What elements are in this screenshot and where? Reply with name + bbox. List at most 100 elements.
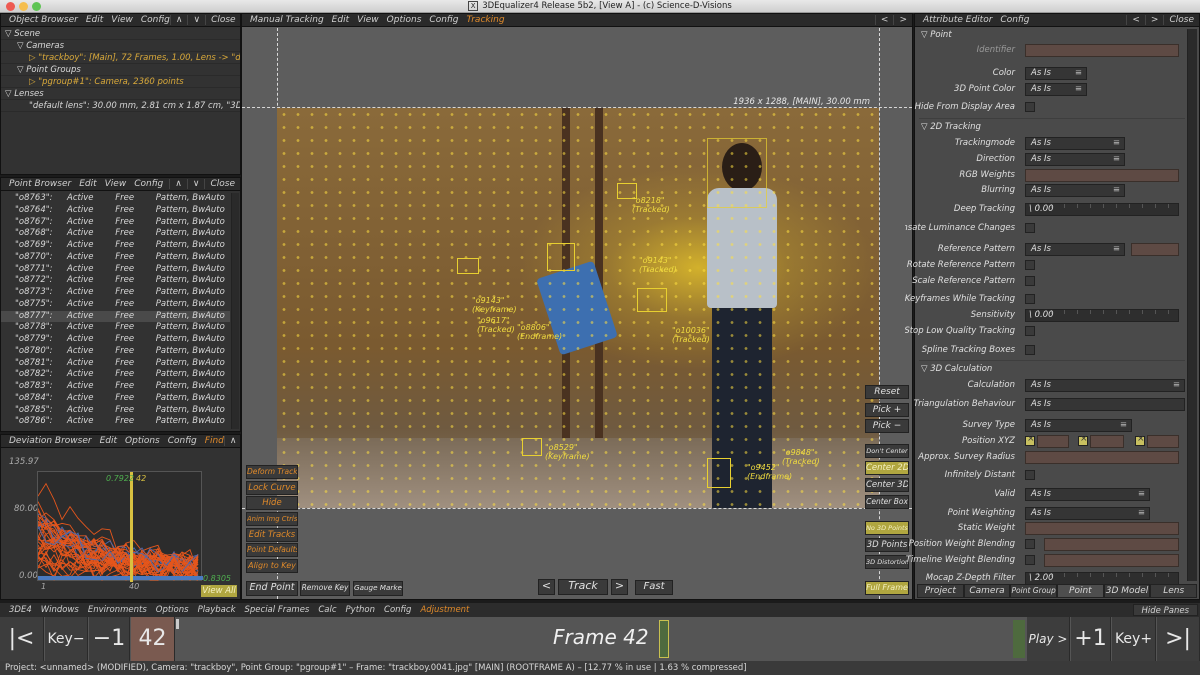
- align-to-key-button[interactable]: Align to Key: [246, 559, 298, 573]
- next-frame-button[interactable]: +1: [1071, 617, 1111, 661]
- menu-special-frames[interactable]: Special Frames: [245, 605, 310, 615]
- tracking-box[interactable]: [637, 288, 667, 312]
- survey-type-dropdown[interactable]: As Is ≡: [1025, 419, 1132, 432]
- current-frame-field[interactable]: 42: [131, 617, 175, 661]
- timeline-blending-field[interactable]: [1044, 554, 1179, 567]
- tree-item[interactable]: ▽ Lenses: [1, 88, 240, 100]
- frame-cursor[interactable]: [130, 472, 133, 582]
- tree-item[interactable]: ▽ Point Groups: [1, 64, 240, 76]
- blurring-dropdown[interactable]: As Is ≡: [1025, 184, 1125, 197]
- point-row[interactable]: "o8767": Active Free Pattern, Bw Auto: [1, 217, 230, 229]
- edit-tracks-button[interactable]: Edit Tracks: [246, 528, 298, 542]
- menu-environments[interactable]: Environments: [88, 605, 147, 615]
- point-row[interactable]: "o8769": Active Free Pattern, Bw Auto: [1, 240, 230, 252]
- menu-manual-tracking[interactable]: Manual Tracking: [250, 15, 324, 25]
- anim-img-ctrls-button[interactable]: Anim Img Ctrls: [246, 512, 298, 526]
- menu-options[interactable]: Options: [125, 436, 160, 446]
- tree-item[interactable]: ▷ "pgroup#1": Camera, 2360 points: [1, 76, 240, 88]
- viewport-next-button[interactable]: >: [893, 15, 912, 25]
- position-blending-checkbox[interactable]: [1025, 539, 1035, 549]
- menu-view[interactable]: View: [105, 179, 127, 189]
- menu-tracking[interactable]: Tracking: [466, 15, 504, 25]
- menu-edit[interactable]: Edit: [86, 15, 103, 25]
- menu-playback[interactable]: Playback: [198, 605, 236, 615]
- pane-down-button[interactable]: ∨: [186, 179, 205, 189]
- tracking-box[interactable]: [457, 258, 479, 274]
- calculation-dropdown[interactable]: As Is ≡: [1025, 379, 1185, 392]
- triangulation-dropdown[interactable]: As Is: [1025, 398, 1185, 411]
- remove-key-button[interactable]: Remove Key: [300, 581, 350, 596]
- deform-track-button[interactable]: Deform Track: [246, 465, 298, 479]
- deviation-graph[interactable]: 0.7922 42: [37, 471, 203, 582]
- hide-panes-button[interactable]: Hide Panes: [1132, 604, 1198, 616]
- end-point-button[interactable]: End Point: [246, 581, 298, 596]
- tracking-box[interactable]: [707, 138, 767, 208]
- point-row[interactable]: "o8784": Active Free Pattern, Bw Auto: [1, 393, 230, 405]
- menu-view[interactable]: View: [357, 15, 379, 25]
- tree-item[interactable]: ▽ Cameras: [1, 40, 240, 52]
- first-frame-button[interactable]: |<: [0, 617, 44, 661]
- scale-ref-checkbox[interactable]: [1025, 276, 1035, 286]
- tab-camera[interactable]: Camera: [963, 584, 1011, 598]
- menu-object-browser[interactable]: Object Browser: [9, 15, 78, 25]
- current-frame-marker[interactable]: [659, 620, 669, 658]
- deep-tracking-slider[interactable]: \ 0.00: [1025, 203, 1179, 216]
- tracking-box[interactable]: [707, 458, 731, 488]
- tree-item[interactable]: "default lens": 30.00 mm, 2.81 cm x 1.87…: [1, 100, 240, 112]
- infinitely-distant-checkbox[interactable]: [1025, 470, 1035, 480]
- play-button[interactable]: Play >: [1027, 617, 1070, 661]
- tab-3d-model[interactable]: 3D Model: [1103, 584, 1151, 598]
- point-row[interactable]: "o8770": Active Free Pattern, Bw Auto: [1, 252, 230, 264]
- prev-key-button[interactable]: Key−: [45, 617, 88, 661]
- position-y-checkbox[interactable]: [1078, 434, 1088, 446]
- keyframes-tracking-checkbox[interactable]: [1025, 294, 1035, 304]
- point-row[interactable]: "o8768": Active Free Pattern, Bw Auto: [1, 228, 230, 240]
- point-row[interactable]: "o8771": Active Free Pattern, Bw Auto: [1, 264, 230, 276]
- prev-frame-button[interactable]: −1: [89, 617, 130, 661]
- point-row[interactable]: "o8779": Active Free Pattern, Bw Auto: [1, 334, 230, 346]
- menu-calc[interactable]: Calc: [318, 605, 336, 615]
- section-3d-calculation[interactable]: ▽ 3D Calculation: [921, 364, 992, 374]
- minimize-window-button[interactable]: [19, 2, 28, 11]
- 3d-point-color-dropdown[interactable]: As Is ≡: [1025, 83, 1087, 96]
- menu-windows[interactable]: Windows: [41, 605, 79, 615]
- position-z-checkbox[interactable]: [1135, 434, 1145, 446]
- point-row[interactable]: "o8783": Active Free Pattern, Bw Auto: [1, 381, 230, 393]
- position-x-checkbox[interactable]: [1025, 434, 1035, 446]
- point-list-scrollbar[interactable]: [231, 193, 239, 429]
- point-row[interactable]: "o8785": Active Free Pattern, Bw Auto: [1, 405, 230, 417]
- tab-lens[interactable]: Lens: [1150, 584, 1198, 598]
- point-row[interactable]: "o8773": Active Free Pattern, Bw Auto: [1, 287, 230, 299]
- menu-adjustment[interactable]: Adjustment: [420, 605, 469, 615]
- reference-pattern-swatch[interactable]: [1131, 243, 1179, 256]
- 3d-distortion-button[interactable]: 3D Distortion: [865, 555, 909, 569]
- pane-up-button[interactable]: ∧: [169, 15, 188, 25]
- static-weight-field[interactable]: [1025, 522, 1179, 535]
- attr-next-button[interactable]: >: [1144, 15, 1164, 25]
- camera-image[interactable]: "o8218" (Tracked) "o9143" (Tracked) "o9143…: [277, 108, 879, 508]
- identifier-field[interactable]: [1025, 44, 1179, 57]
- menu-deviation-browser[interactable]: Deviation Browser: [9, 436, 92, 446]
- 3d-points-button[interactable]: 3D Points: [865, 538, 909, 552]
- menu-config[interactable]: Config: [134, 179, 163, 189]
- stop-low-checkbox[interactable]: [1025, 326, 1035, 336]
- point-row[interactable]: "o8780": Active Free Pattern, Bw Auto: [1, 346, 230, 358]
- pick-button[interactable]: Pick +: [865, 403, 909, 417]
- menu-config[interactable]: Config: [168, 436, 197, 446]
- point-row[interactable]: "o8775": Active Free Pattern, Bw Auto: [1, 299, 230, 311]
- close-window-button[interactable]: [6, 2, 15, 11]
- point-row[interactable]: "o8778": Active Free Pattern, Bw Auto: [1, 322, 230, 334]
- spline-boxes-checkbox[interactable]: [1025, 345, 1035, 355]
- last-frame-button[interactable]: >|: [1157, 617, 1200, 661]
- center-2d-button[interactable]: Center 2D: [865, 461, 909, 475]
- menu-options[interactable]: Options: [387, 15, 422, 25]
- point-defaults-button[interactable]: Point Defaults: [246, 543, 298, 557]
- tree-item[interactable]: ▽ Scene: [1, 28, 240, 40]
- pane-up-button[interactable]: ∧: [223, 436, 242, 446]
- trackingmode-dropdown[interactable]: As Is ≡: [1025, 137, 1125, 150]
- menu-config[interactable]: Config: [1000, 15, 1029, 25]
- fast-button[interactable]: Fast: [635, 580, 673, 595]
- tracking-box[interactable]: [522, 438, 542, 456]
- hide-display-checkbox[interactable]: [1025, 102, 1035, 112]
- luminance-checkbox[interactable]: [1025, 223, 1035, 233]
